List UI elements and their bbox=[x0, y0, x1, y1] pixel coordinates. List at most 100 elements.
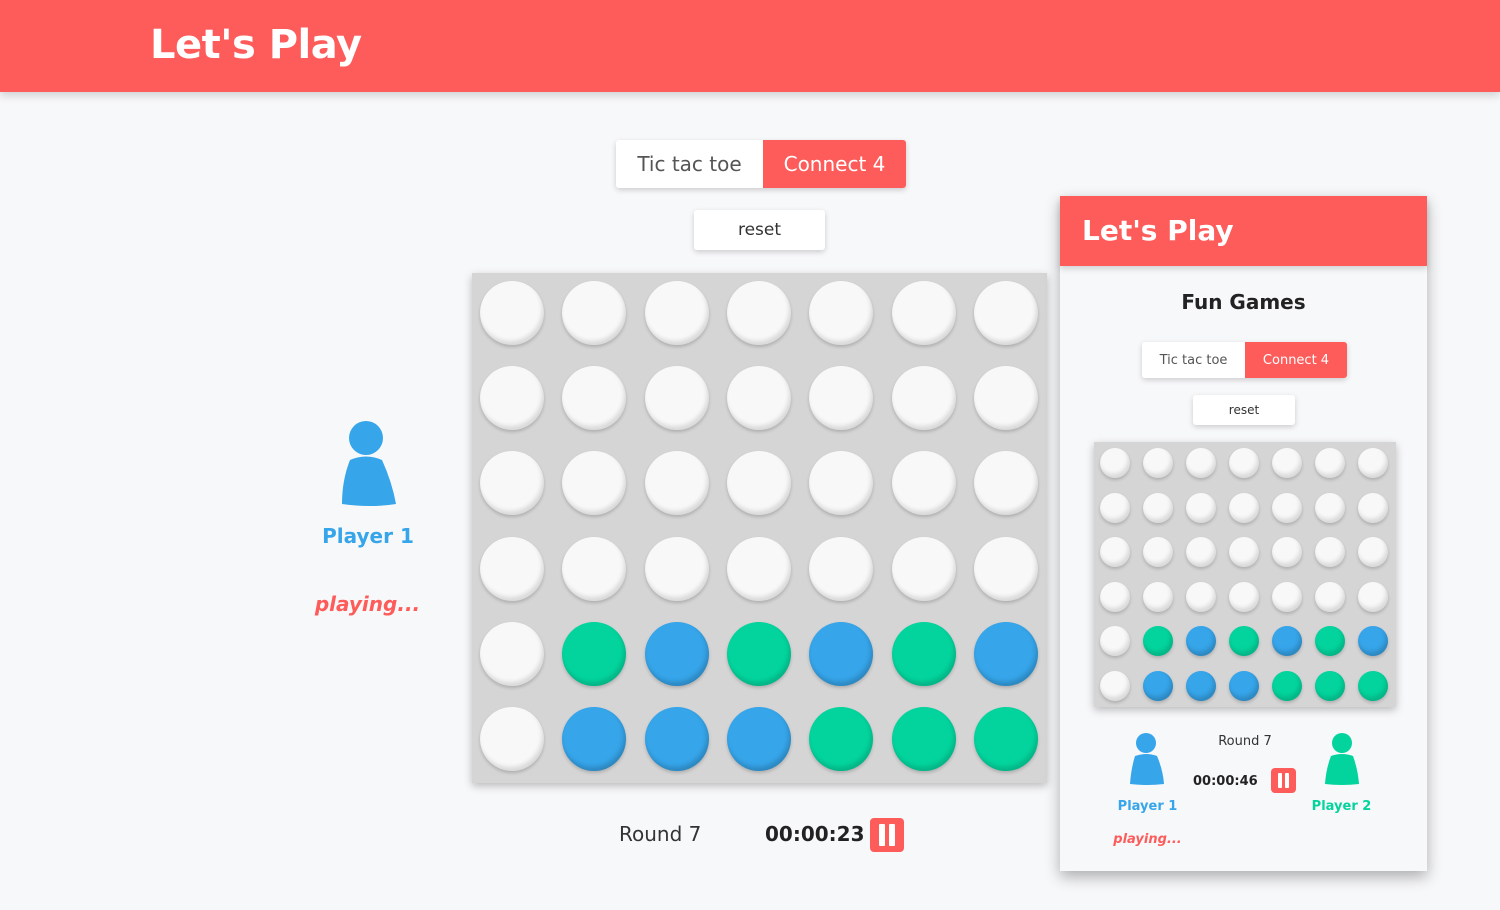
board-slot-r2-c4[interactable] bbox=[1229, 492, 1259, 523]
board-slot-r5-c6[interactable] bbox=[1315, 626, 1345, 656]
board-slot-r4-c1[interactable] bbox=[480, 536, 544, 601]
board-slot-r2-c7[interactable] bbox=[973, 366, 1038, 431]
pause-button[interactable] bbox=[870, 818, 904, 852]
board-slot-r6-c7[interactable] bbox=[973, 707, 1038, 771]
board-slot-r4-c4[interactable] bbox=[726, 536, 791, 601]
board-slot-r2-c3[interactable] bbox=[644, 366, 709, 431]
reset-button[interactable]: reset bbox=[694, 210, 825, 250]
board-slot-r4-c4[interactable] bbox=[1229, 581, 1259, 612]
board-slot-r1-c6[interactable] bbox=[1315, 448, 1345, 478]
board-slot-r4-c3[interactable] bbox=[644, 536, 709, 601]
board-slot-r5-c1[interactable] bbox=[1100, 626, 1130, 656]
preview-round-label: Round 7 bbox=[1218, 734, 1272, 749]
board-slot-r3-c3[interactable] bbox=[1186, 537, 1216, 567]
board-slot-r1-c4[interactable] bbox=[1229, 448, 1259, 478]
board-slot-r2-c1[interactable] bbox=[1100, 492, 1130, 523]
board-slot-r2-c1[interactable] bbox=[480, 366, 544, 431]
board-slot-r6-c2[interactable] bbox=[562, 707, 627, 771]
board-slot-r3-c7[interactable] bbox=[973, 451, 1038, 516]
player1-label: Player 1 bbox=[322, 524, 414, 548]
preview-tab-connect-4[interactable]: Connect 4 bbox=[1245, 342, 1347, 378]
board-slot-r3-c5[interactable] bbox=[809, 451, 874, 516]
board-slot-r2-c5[interactable] bbox=[1272, 492, 1302, 523]
board-slot-r4-c3[interactable] bbox=[1186, 581, 1216, 612]
preview-tab-tic-tac-toe[interactable]: Tic tac toe bbox=[1142, 342, 1245, 378]
board-slot-r1-c5[interactable] bbox=[809, 281, 874, 345]
board-slot-r6-c3[interactable] bbox=[1186, 670, 1216, 701]
board-slot-r5-c7[interactable] bbox=[1358, 626, 1388, 656]
board-slot-r3-c6[interactable] bbox=[891, 451, 956, 516]
board-slot-r2-c5[interactable] bbox=[809, 366, 874, 431]
board-slot-r1-c4[interactable] bbox=[726, 281, 791, 345]
board-slot-r2-c6[interactable] bbox=[1315, 492, 1345, 523]
board-slot-r1-c7[interactable] bbox=[1358, 448, 1388, 478]
board-slot-r1-c2[interactable] bbox=[1143, 448, 1173, 478]
board-slot-r5-c5[interactable] bbox=[1272, 626, 1302, 656]
mobile-preview: Let's Play Fun Games Tic tac toe Connect… bbox=[1060, 196, 1427, 871]
board-slot-r6-c6[interactable] bbox=[1315, 670, 1345, 701]
preview-game-board bbox=[1094, 442, 1396, 707]
board-slot-r2-c7[interactable] bbox=[1358, 492, 1388, 523]
board-slot-r6-c4[interactable] bbox=[726, 707, 791, 771]
board-slot-r5-c7[interactable] bbox=[973, 621, 1038, 686]
board-slot-r6-c7[interactable] bbox=[1358, 670, 1388, 701]
board-slot-r4-c6[interactable] bbox=[1315, 581, 1345, 612]
preview-reset-button[interactable]: reset bbox=[1193, 395, 1295, 425]
board-slot-r6-c4[interactable] bbox=[1229, 670, 1259, 701]
board-slot-r5-c2[interactable] bbox=[1143, 626, 1173, 656]
board-slot-r6-c1[interactable] bbox=[1100, 670, 1130, 701]
tab-connect-4[interactable]: Connect 4 bbox=[763, 140, 906, 188]
board-slot-r3-c2[interactable] bbox=[1143, 537, 1173, 567]
board-slot-r5-c4[interactable] bbox=[1229, 626, 1259, 656]
tab-tic-tac-toe[interactable]: Tic tac toe bbox=[616, 140, 763, 188]
board-slot-r3-c6[interactable] bbox=[1315, 537, 1345, 567]
board-slot-r4-c7[interactable] bbox=[973, 536, 1038, 601]
board-slot-r6-c6[interactable] bbox=[891, 707, 956, 771]
preview-pause-icon bbox=[1278, 773, 1282, 788]
board-slot-r4-c7[interactable] bbox=[1358, 581, 1388, 612]
board-slot-r5-c5[interactable] bbox=[809, 621, 874, 686]
board-slot-r3-c3[interactable] bbox=[644, 451, 709, 516]
board-slot-r2-c4[interactable] bbox=[726, 366, 791, 431]
board-slot-r6-c2[interactable] bbox=[1143, 670, 1173, 701]
board-slot-r2-c3[interactable] bbox=[1186, 492, 1216, 523]
board-slot-r5-c2[interactable] bbox=[562, 621, 627, 686]
board-slot-r4-c2[interactable] bbox=[562, 536, 627, 601]
board-slot-r2-c2[interactable] bbox=[1143, 492, 1173, 523]
board-slot-r1-c3[interactable] bbox=[644, 281, 709, 345]
board-slot-r5-c4[interactable] bbox=[726, 621, 791, 686]
board-slot-r3-c5[interactable] bbox=[1272, 537, 1302, 567]
board-slot-r1-c1[interactable] bbox=[1100, 448, 1130, 478]
board-slot-r3-c1[interactable] bbox=[480, 451, 544, 516]
board-slot-r1-c1[interactable] bbox=[480, 281, 544, 345]
board-slot-r2-c6[interactable] bbox=[891, 366, 956, 431]
board-slot-r3-c4[interactable] bbox=[726, 451, 791, 516]
board-slot-r3-c2[interactable] bbox=[562, 451, 627, 516]
board-slot-r2-c2[interactable] bbox=[562, 366, 627, 431]
board-slot-r1-c3[interactable] bbox=[1186, 448, 1216, 478]
board-slot-r4-c1[interactable] bbox=[1100, 581, 1130, 612]
board-slot-r1-c5[interactable] bbox=[1272, 448, 1302, 478]
board-slot-r5-c3[interactable] bbox=[644, 621, 709, 686]
board-slot-r6-c1[interactable] bbox=[480, 707, 544, 771]
board-slot-r4-c5[interactable] bbox=[809, 536, 874, 601]
board-slot-r3-c1[interactable] bbox=[1100, 537, 1130, 567]
board-slot-r3-c7[interactable] bbox=[1358, 537, 1388, 567]
app-header: Let's Play bbox=[0, 0, 1500, 92]
board-slot-r3-c4[interactable] bbox=[1229, 537, 1259, 567]
board-slot-r5-c3[interactable] bbox=[1186, 626, 1216, 656]
board-slot-r1-c7[interactable] bbox=[973, 281, 1038, 345]
board-slot-r6-c5[interactable] bbox=[809, 707, 874, 771]
board-slot-r6-c5[interactable] bbox=[1272, 670, 1302, 701]
board-slot-r4-c6[interactable] bbox=[891, 536, 956, 601]
preview-pause-button[interactable] bbox=[1271, 768, 1296, 793]
board-slot-r4-c2[interactable] bbox=[1143, 581, 1173, 612]
board-slot-r1-c6[interactable] bbox=[891, 281, 956, 345]
board-slot-r6-c3[interactable] bbox=[644, 707, 709, 771]
board-slot-r5-c6[interactable] bbox=[891, 621, 956, 686]
game-board bbox=[472, 273, 1047, 783]
preview-subtitle: Fun Games bbox=[1181, 290, 1306, 314]
board-slot-r5-c1[interactable] bbox=[480, 621, 544, 686]
board-slot-r1-c2[interactable] bbox=[562, 281, 627, 345]
board-slot-r4-c5[interactable] bbox=[1272, 581, 1302, 612]
